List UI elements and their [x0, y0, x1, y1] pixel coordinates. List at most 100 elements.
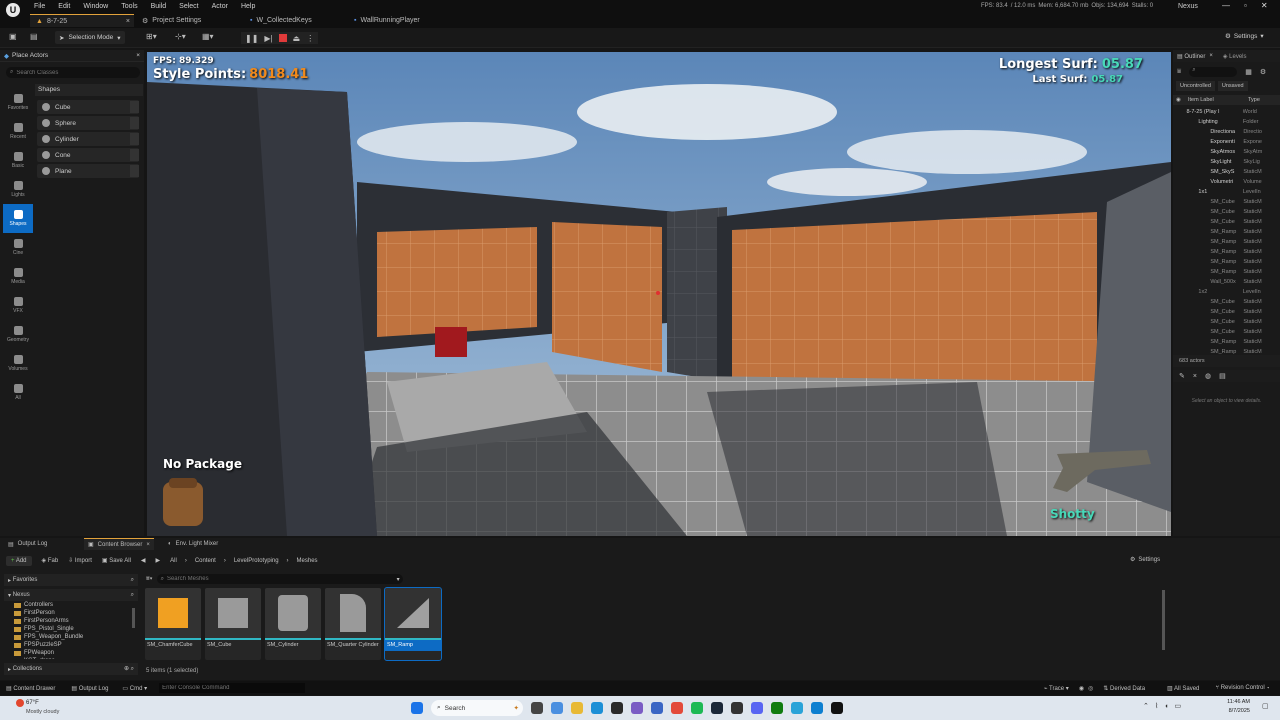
- details-icon[interactable]: ▤: [1219, 372, 1226, 380]
- outliner-row[interactable]: SM_Cube StaticM: [1173, 307, 1280, 317]
- xbox-icon[interactable]: [771, 702, 783, 714]
- stop-icon[interactable]: [278, 34, 287, 42]
- outliner-row[interactable]: SkyAtmos SkyAtm: [1173, 147, 1280, 157]
- content-settings-button[interactable]: ⚙ Settings: [1130, 556, 1160, 564]
- tab-content-browser[interactable]: ▣ Content Browser ×: [84, 538, 154, 550]
- breadcrumb-content[interactable]: Content: [195, 558, 216, 564]
- content-drawer-button[interactable]: ▤ Content Drawer: [6, 685, 55, 692]
- folder-item[interactable]: FirstPersonArms: [14, 617, 130, 625]
- shape-cone[interactable]: Cone: [37, 148, 139, 162]
- outliner-row[interactable]: SM_Ramp StaticM: [1173, 257, 1280, 267]
- shape-sphere[interactable]: Sphere: [37, 116, 139, 130]
- fab-button[interactable]: ◈ Fab: [42, 557, 59, 564]
- category-lights[interactable]: Lights: [3, 175, 33, 204]
- windows-start-icon[interactable]: [411, 702, 423, 714]
- search-icon[interactable]: ⌕: [131, 592, 134, 599]
- menu-edit[interactable]: Edit: [58, 3, 70, 10]
- minimize-icon[interactable]: —: [1222, 1, 1230, 10]
- epic-games-icon[interactable]: [731, 702, 743, 714]
- outliner-row[interactable]: SkyLight SkyLig: [1173, 157, 1280, 167]
- asset-sm-chamfercube[interactable]: SM_ChamferCube: [145, 588, 201, 660]
- maximize-icon[interactable]: ▫: [1244, 1, 1247, 10]
- weather-desc[interactable]: Mostly cloudy: [26, 709, 59, 715]
- close-window-icon[interactable]: ✕: [1261, 1, 1268, 10]
- unreal-logo[interactable]: U: [6, 3, 20, 17]
- close-icon[interactable]: ×: [136, 52, 140, 59]
- folder-item[interactable]: FPS_Weapon_Bundle: [14, 633, 130, 641]
- filter-icon[interactable]: ⩸▾: [146, 576, 153, 583]
- category-geometry[interactable]: Geometry: [3, 320, 33, 349]
- shape-plane[interactable]: Plane: [37, 164, 139, 178]
- eject-icon[interactable]: ⏏: [293, 34, 301, 43]
- clock-date[interactable]: 8/7/2025: [1216, 708, 1250, 714]
- clock-time[interactable]: 11:46 AM: [1216, 699, 1250, 705]
- visibility-icon[interactable]: ◉: [1176, 97, 1188, 103]
- content-icon[interactable]: ▤: [30, 32, 38, 41]
- tab-project-settings[interactable]: ⚙ Project Settings: [142, 14, 201, 27]
- outliner-row[interactable]: SM_Ramp StaticM: [1173, 237, 1280, 247]
- weather-temp[interactable]: 67°F: [26, 700, 39, 706]
- asset-sm-ramp[interactable]: SM_Ramp: [384, 587, 442, 661]
- close-icon[interactable]: ×: [126, 18, 130, 25]
- blueprint-menu-icon[interactable]: ⊹▾: [175, 32, 186, 41]
- column-type[interactable]: Type: [1248, 97, 1260, 103]
- outlook-icon[interactable]: [651, 702, 663, 714]
- nexus-section[interactable]: ▾ Nexus ⌕: [4, 589, 138, 601]
- outliner-search-icon[interactable]: ⌕: [1189, 67, 1238, 77]
- filter-icon[interactable]: ⩸: [1177, 68, 1181, 76]
- category-favorites[interactable]: Favorites: [3, 88, 33, 117]
- shape-cylinder[interactable]: Cylinder: [37, 132, 139, 146]
- outliner-row[interactable]: SM_Cube StaticM: [1173, 327, 1280, 337]
- search-classes-input[interactable]: [16, 69, 127, 76]
- asset-scrollbar[interactable]: [1162, 590, 1165, 650]
- filter-uncontrolled[interactable]: Uncontrolled: [1176, 81, 1215, 91]
- steam-icon[interactable]: [711, 702, 723, 714]
- breadcrumb-meshes[interactable]: Meshes: [297, 558, 318, 564]
- menu-file[interactable]: File: [34, 3, 45, 10]
- step-icon[interactable]: ▶|: [264, 34, 272, 43]
- category-all[interactable]: All: [3, 378, 33, 407]
- menu-select[interactable]: Select: [179, 3, 198, 10]
- camera-icon[interactable]: ◉: [1079, 685, 1084, 692]
- tree-scrollbar[interactable]: [132, 608, 135, 628]
- search-classes-box[interactable]: ⌕: [6, 67, 140, 78]
- drag-handle[interactable]: [130, 101, 139, 113]
- close-icon[interactable]: ×: [1193, 373, 1197, 380]
- add-folder-icon[interactable]: ▦: [1245, 68, 1252, 76]
- file-explorer-icon[interactable]: [571, 702, 583, 714]
- tab-output-log[interactable]: ▤ Output Log: [4, 538, 51, 550]
- folder-item[interactable]: FPSPuzzleSP: [14, 641, 130, 649]
- copilot-icon[interactable]: [551, 702, 563, 714]
- import-button[interactable]: ⇩ Import: [68, 557, 92, 564]
- edge-icon[interactable]: [591, 702, 603, 714]
- derived-data-button[interactable]: ⇅ Derived Data: [1103, 685, 1145, 692]
- add-collection-icon[interactable]: ⊕ ⌕: [124, 665, 134, 673]
- collections-section[interactable]: ▸ Collections ⊕ ⌕: [4, 663, 138, 675]
- outliner-row[interactable]: SM_Ramp StaticM: [1173, 337, 1280, 347]
- trace-button[interactable]: ⌁ Trace ▾: [1044, 685, 1069, 692]
- spotify-icon[interactable]: [691, 702, 703, 714]
- menu-build[interactable]: Build: [151, 3, 167, 10]
- folder-item[interactable]: FPS_Pistol_Single: [14, 625, 130, 633]
- filter-unsaved[interactable]: Unsaved: [1217, 81, 1248, 91]
- outliner-row[interactable]: 1x1 LevelIn: [1173, 187, 1280, 197]
- store-icon[interactable]: [611, 702, 623, 714]
- outliner-row[interactable]: 1x2 LevelIn: [1173, 287, 1280, 297]
- save-all-button[interactable]: ▣ Save All: [102, 557, 131, 564]
- discord-icon[interactable]: [751, 702, 763, 714]
- volume-icon[interactable]: ◖: [1164, 703, 1168, 710]
- console-command-input[interactable]: [159, 683, 306, 693]
- forward-icon[interactable]: ▶: [156, 557, 161, 564]
- selection-mode-dropdown[interactable]: ➤ Selection Mode ▾: [55, 31, 125, 44]
- taskbar-search-box[interactable]: ⌕ Search ✦: [431, 700, 523, 716]
- search-icon[interactable]: ⌕: [131, 577, 134, 584]
- settings-icon[interactable]: ⚙: [1260, 68, 1266, 76]
- menu-tools[interactable]: Tools: [121, 3, 137, 10]
- category-media[interactable]: Media: [3, 262, 33, 291]
- pause-icon[interactable]: ❚❚: [245, 34, 258, 43]
- more-icon[interactable]: ⋮: [306, 34, 314, 43]
- tab-project[interactable]: ▲ 8-7-25 ×: [30, 14, 134, 27]
- tab-env-light-mixer[interactable]: ◐ Env. Light Mixer: [164, 538, 222, 550]
- world-icon[interactable]: ◍: [1205, 372, 1211, 380]
- outliner-row[interactable]: SM_Ramp StaticM: [1173, 227, 1280, 237]
